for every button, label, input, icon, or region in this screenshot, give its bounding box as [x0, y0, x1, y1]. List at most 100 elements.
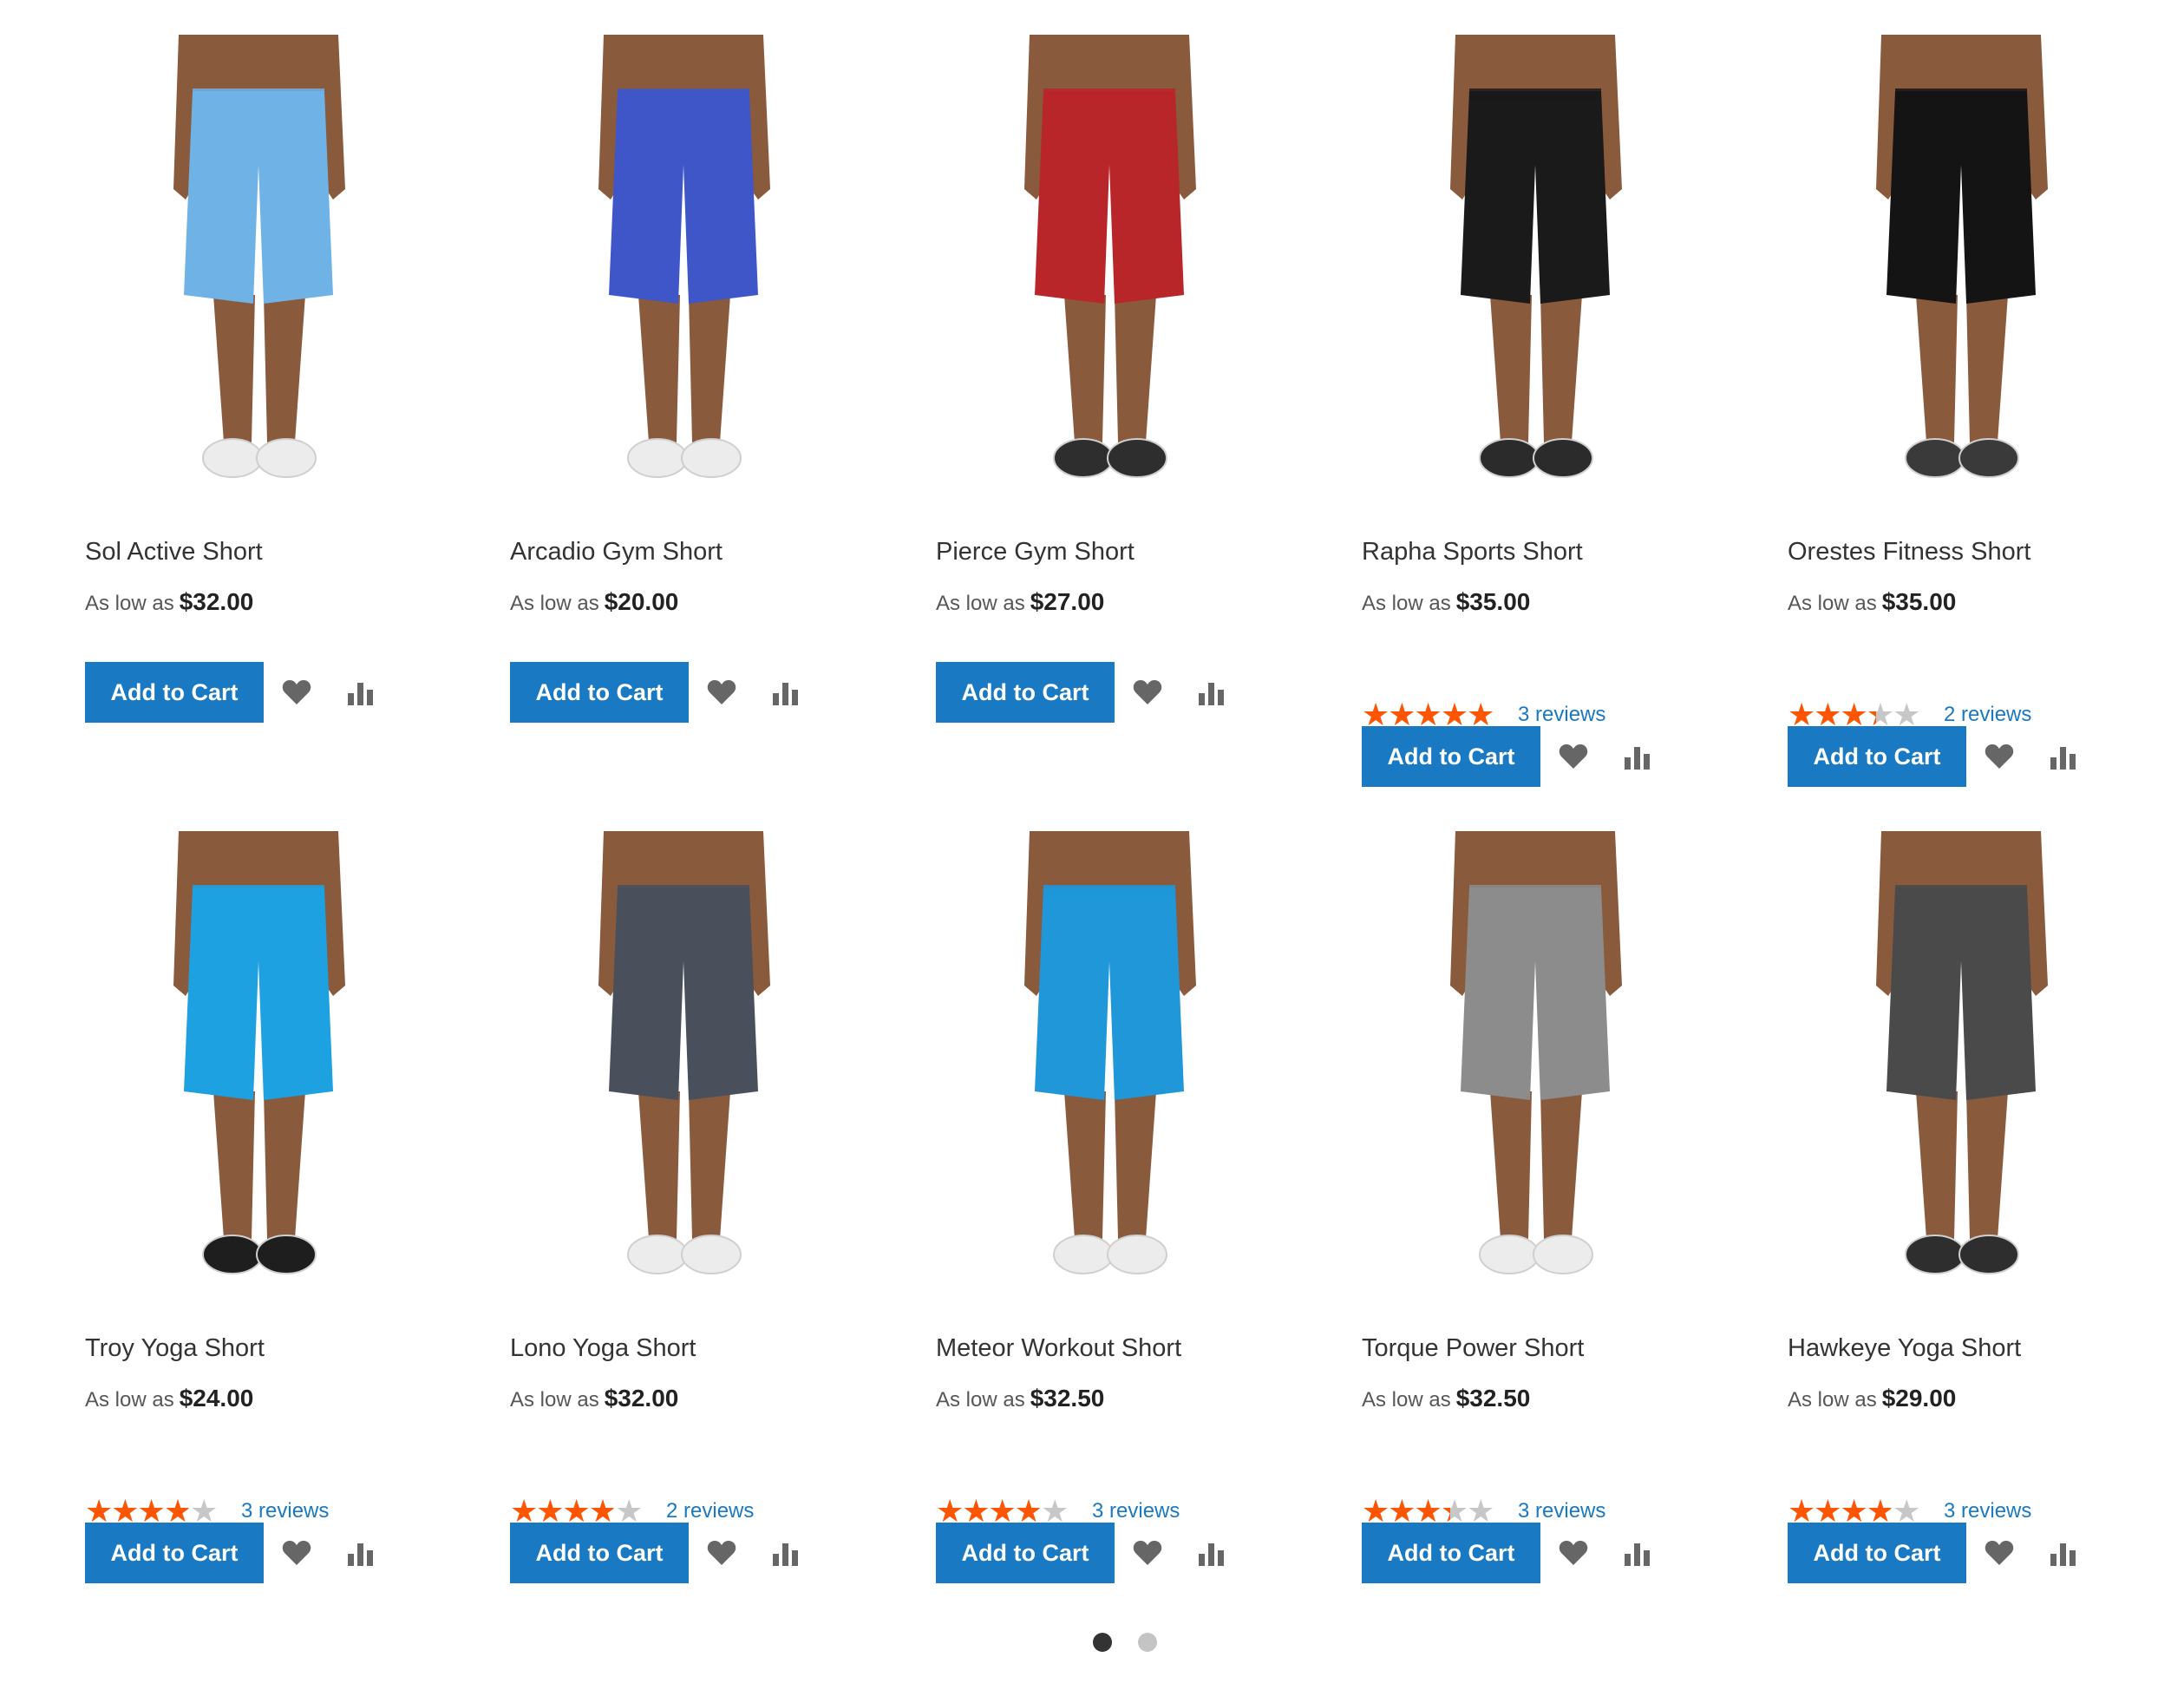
price-amount: $27.00 [1030, 588, 1105, 615]
reviews-link[interactable]: 3 reviews [1944, 1499, 2031, 1523]
product-photo [94, 831, 423, 1313]
product-name[interactable]: Lono Yoga Short [510, 1334, 696, 1363]
heart-icon[interactable] [1130, 1536, 1165, 1570]
product-name[interactable]: Orestes Fitness Short [1788, 538, 2030, 567]
pager-dot[interactable] [1093, 1633, 1112, 1652]
bar-chart-icon[interactable] [1620, 739, 1655, 774]
product-card: Meteor Workout Short As low as $32.50 ★★★★★… [936, 831, 1283, 1583]
product-price: As low as $27.00 [936, 588, 1104, 616]
heart-icon[interactable] [1556, 739, 1591, 774]
add-to-cart-button[interactable]: Add to Cart [1362, 1523, 1540, 1583]
price-prefix: As low as [936, 592, 1025, 615]
product-price: As low as $20.00 [510, 588, 678, 616]
add-to-cart-button[interactable]: Add to Cart [1788, 1523, 1966, 1583]
left-shoe [627, 1235, 688, 1274]
add-to-cart-button[interactable]: Add to Cart [85, 1523, 264, 1583]
product-price: As low as $29.00 [1788, 1385, 1956, 1412]
product-image[interactable] [1362, 35, 1709, 516]
product-price: As low as $35.00 [1788, 588, 1956, 616]
heart-icon[interactable] [1130, 675, 1165, 710]
bar-chart-icon[interactable] [1620, 1536, 1655, 1570]
bar-chart-icon[interactable] [2046, 739, 2081, 774]
product-name[interactable]: Sol Active Short [85, 538, 263, 567]
product-photo [1796, 35, 2126, 516]
bar-chart-icon[interactable] [768, 675, 803, 710]
product-actions: Add to Cart [1788, 1523, 2081, 1583]
product-price: As low as $32.00 [510, 1385, 678, 1412]
reviews-link[interactable]: 3 reviews [241, 1499, 329, 1523]
product-image[interactable] [936, 831, 1283, 1313]
product-card: Sol Active Short As low as $32.00 Add to Ca… [85, 35, 432, 763]
heart-icon[interactable] [279, 675, 314, 710]
product-actions: Add to Cart [1362, 1523, 1655, 1583]
add-to-cart-button[interactable]: Add to Cart [510, 662, 689, 723]
right-shoe [1107, 438, 1167, 478]
product-card: Rapha Sports Short As low as $35.00 ★★★★★ ★★… [1362, 35, 1709, 787]
add-to-cart-button[interactable]: Add to Cart [1788, 726, 1966, 787]
add-to-cart-button[interactable]: Add to Cart [85, 662, 264, 723]
product-name[interactable]: Meteor Workout Short [936, 1334, 1181, 1363]
bar-chart-icon[interactable] [1194, 675, 1229, 710]
price-amount: $32.00 [604, 1385, 679, 1412]
add-to-cart-button[interactable]: Add to Cart [1362, 726, 1540, 787]
product-name[interactable]: Torque Power Short [1362, 1334, 1584, 1363]
waistband [193, 88, 324, 101]
reviews-link[interactable]: 2 reviews [1944, 703, 2031, 727]
product-price: As low as $32.00 [85, 588, 253, 616]
product-image[interactable] [510, 35, 857, 516]
reviews-link[interactable]: 2 reviews [666, 1499, 754, 1523]
model-torso [618, 831, 749, 892]
add-to-cart-button[interactable]: Add to Cart [510, 1523, 689, 1583]
price-amount: $32.50 [1030, 1385, 1105, 1412]
product-image[interactable] [1362, 831, 1709, 1313]
add-to-cart-button[interactable]: Add to Cart [936, 1523, 1115, 1583]
left-shoe [1905, 1235, 1965, 1274]
model-torso [193, 35, 324, 95]
bar-chart-icon[interactable] [1194, 1536, 1229, 1570]
right-shoe [681, 438, 742, 478]
waistband [193, 885, 324, 897]
reviews-link[interactable]: 3 reviews [1092, 1499, 1180, 1523]
product-image[interactable] [1788, 35, 2135, 516]
bar-chart-icon[interactable] [343, 675, 378, 710]
product-card: Torque Power Short As low as $32.50 ★★★★★ ★★… [1362, 831, 1709, 1583]
bar-chart-icon[interactable] [2046, 1536, 2081, 1570]
reviews-link[interactable]: 3 reviews [1518, 1499, 1605, 1523]
heart-icon[interactable] [704, 675, 739, 710]
heart-icon[interactable] [1982, 1536, 2017, 1570]
price-prefix: As low as [1788, 1388, 1877, 1412]
add-to-cart-button[interactable]: Add to Cart [936, 662, 1115, 723]
price-amount: $20.00 [604, 588, 679, 615]
product-name[interactable]: Troy Yoga Short [85, 1334, 265, 1363]
heart-icon[interactable] [279, 1536, 314, 1570]
product-image[interactable] [85, 831, 432, 1313]
waistband [1043, 885, 1175, 897]
product-name[interactable]: Pierce Gym Short [936, 538, 1135, 567]
product-actions: Add to Cart [1362, 726, 1655, 787]
pager-dot[interactable] [1138, 1633, 1157, 1652]
model-torso [193, 831, 324, 892]
product-price: As low as $35.00 [1362, 588, 1530, 616]
product-photo [519, 831, 848, 1313]
product-image[interactable] [1788, 831, 2135, 1313]
product-name[interactable]: Hawkeye Yoga Short [1788, 1334, 2021, 1363]
product-photo [94, 35, 423, 516]
heart-icon[interactable] [704, 1536, 739, 1570]
product-actions: Add to Cart [510, 1523, 803, 1583]
left-shoe [202, 1235, 263, 1274]
product-grid: Sol Active Short As low as $32.00 Add to Ca… [0, 0, 2184, 1690]
product-image[interactable] [936, 35, 1283, 516]
bar-chart-icon[interactable] [768, 1536, 803, 1570]
product-name[interactable]: Arcadio Gym Short [510, 538, 723, 567]
price-amount: $24.00 [179, 1385, 254, 1412]
product-name[interactable]: Rapha Sports Short [1362, 538, 1583, 567]
price-amount: $32.50 [1455, 1385, 1531, 1412]
product-image[interactable] [85, 35, 432, 516]
bar-chart-icon[interactable] [343, 1536, 378, 1570]
heart-icon[interactable] [1556, 1536, 1591, 1570]
product-actions: Add to Cart [936, 662, 1229, 723]
reviews-link[interactable]: 3 reviews [1518, 703, 1605, 727]
product-image[interactable] [510, 831, 857, 1313]
price-amount: $29.00 [1881, 1385, 1957, 1412]
heart-icon[interactable] [1982, 739, 2017, 774]
